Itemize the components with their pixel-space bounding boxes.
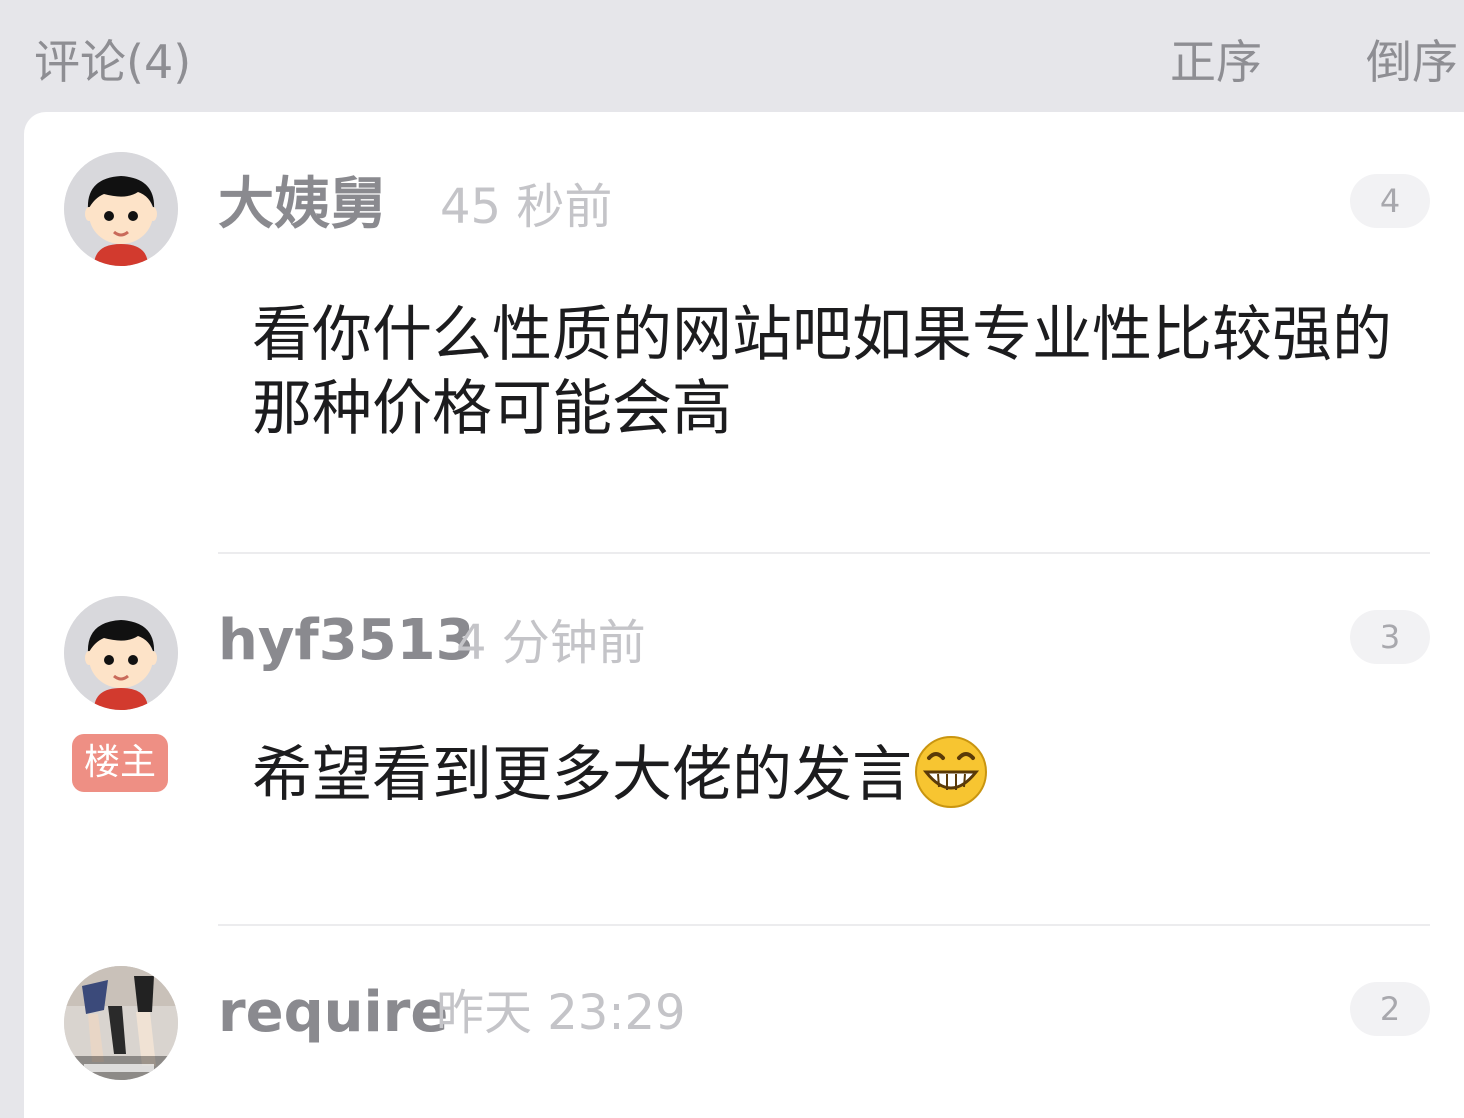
photo-avatar-icon [64,966,178,1080]
comments-card: 大姨舅 45 秒前 4 看你什么性质的网站吧如果专业性比较强的那种价格可能会高 [24,112,1464,1118]
comment-text: 希望看到更多大佬的发言 [252,740,912,810]
comment-time: 昨天 23:29 [436,985,686,1041]
grinning-emoji-icon [915,736,987,809]
comments-header: 评论(4) 正序 倒序 [0,0,1464,112]
comment-username[interactable]: 大姨舅 [218,170,386,240]
user-avatar[interactable] [64,596,178,710]
reply-count-badge[interactable]: 4 [1350,174,1430,228]
reply-count-badge[interactable]: 2 [1350,982,1430,1036]
cartoon-boy-icon [64,596,178,710]
comment-username[interactable]: require [218,978,448,1048]
sort-descending-button[interactable]: 倒序 [1366,32,1458,92]
comment-username[interactable]: hyf3513 [218,606,475,676]
reply-count-badge[interactable]: 3 [1350,610,1430,664]
cartoon-boy-icon [64,152,178,266]
comments-title: 评论(4) [34,35,192,89]
comment-content: 希望看到更多大佬的发言 [252,736,1432,812]
comment-content: 看你什么性质的网站吧如果专业性比较强的那种价格可能会高 [252,300,1392,444]
comment-time: 45 秒前 [440,179,613,235]
comment-divider [218,924,1430,926]
comments-page: 评论(4) 正序 倒序 大姨舅 45 秒前 4 看你什么性质的网站吧如果专业性比… [0,0,1464,1118]
original-poster-badge: 楼主 [72,734,168,792]
user-avatar[interactable] [64,966,178,1080]
comment-time: 4 分钟前 [456,615,646,671]
user-avatar[interactable] [64,152,178,266]
sort-ascending-button[interactable]: 正序 [1170,32,1262,92]
comment-divider [218,552,1430,554]
